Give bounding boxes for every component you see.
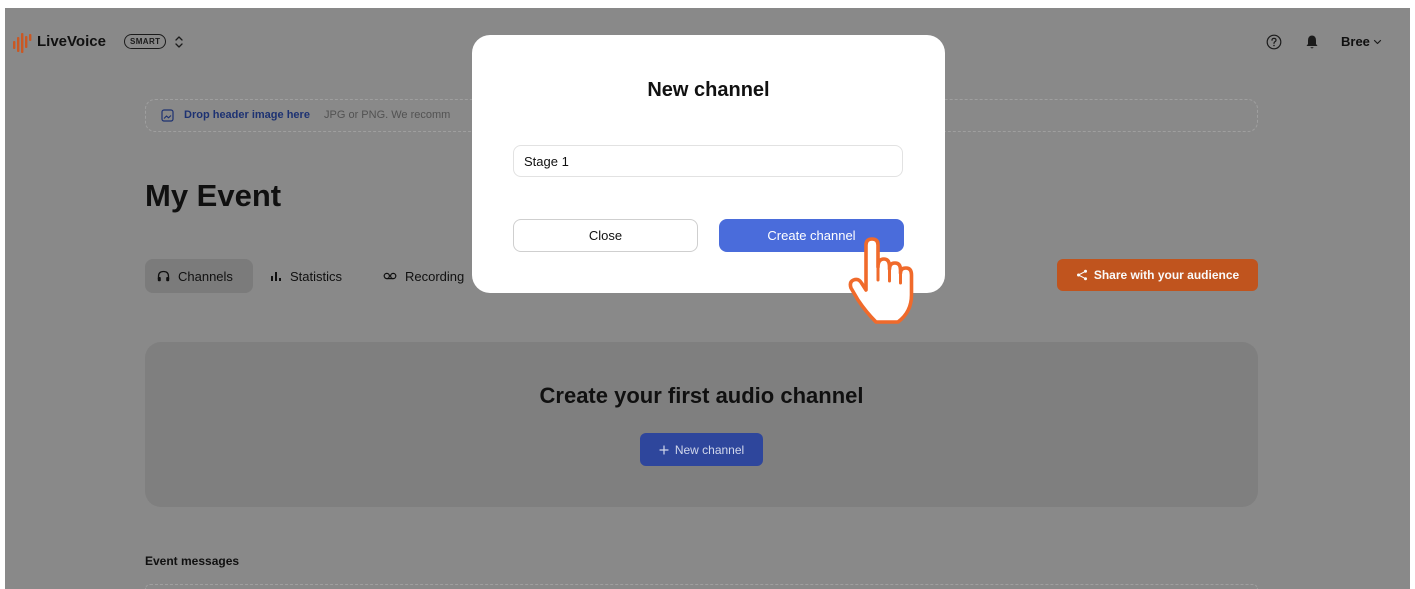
dialog-title: New channel: [647, 79, 770, 101]
close-button-label: Close: [588, 228, 623, 243]
close-button[interactable]: Close: [513, 219, 698, 252]
pointer-hand-icon: [848, 237, 914, 324]
create-channel-button-label: Create channel: [767, 228, 856, 243]
channel-name-input[interactable]: [513, 145, 903, 177]
